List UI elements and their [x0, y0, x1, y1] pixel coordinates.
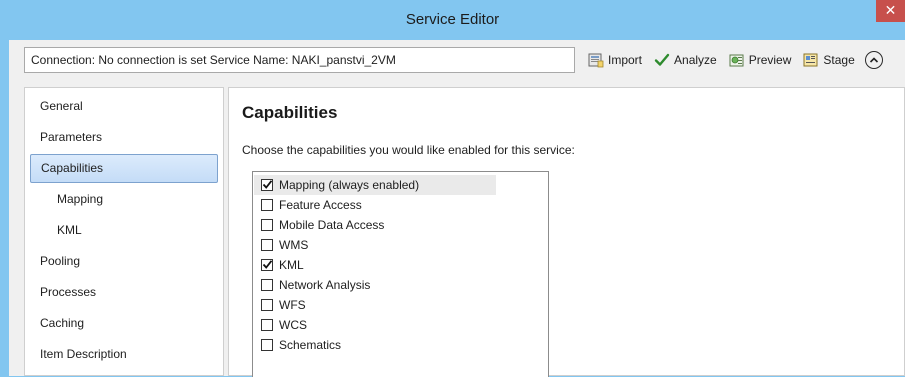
capability-wms[interactable]: WMS — [254, 235, 496, 255]
service-editor-window: Connection: No connection is set Service… — [9, 40, 905, 377]
preview-button[interactable]: Preview — [725, 49, 796, 71]
sidebar-item-label: Caching — [40, 316, 85, 330]
analyze-label: Analyze — [674, 53, 717, 67]
capability-label: Schematics — [279, 338, 342, 352]
sidebar-item-parameters[interactable]: Parameters — [30, 123, 218, 152]
checkbox[interactable] — [261, 319, 273, 331]
panel-description: Choose the capabilities you would like e… — [242, 143, 575, 157]
sidebar-item-item-description[interactable]: Item Description — [30, 340, 218, 369]
capability-label: Network Analysis — [279, 278, 371, 292]
capability-network-analysis[interactable]: Network Analysis — [254, 275, 496, 295]
checkbox[interactable] — [261, 259, 273, 271]
sidebar-item-label: Capabilities — [41, 161, 104, 175]
close-icon: ✕ — [884, 2, 897, 18]
capability-wfs[interactable]: WFS — [254, 295, 496, 315]
checkmark-icon — [654, 52, 670, 68]
sidebar-item-label: Item Description — [40, 347, 127, 361]
chevron-up-icon — [869, 53, 879, 67]
capabilities-panel: Capabilities Choose the capabilities you… — [228, 87, 905, 377]
sidebar-item-capabilities[interactable]: Capabilities — [30, 154, 218, 183]
capability-feature-access[interactable]: Feature Access — [254, 195, 496, 215]
capability-label: Feature Access — [279, 198, 362, 212]
analyze-button[interactable]: Analyze — [650, 49, 721, 71]
capability-label: WCS — [279, 318, 307, 332]
collapse-button[interactable] — [864, 51, 883, 69]
import-label: Import — [608, 53, 643, 67]
checkbox[interactable] — [261, 279, 273, 291]
page-title: Capabilities — [242, 103, 338, 122]
checkbox[interactable] — [261, 199, 273, 211]
sidebar-item-label: Processes — [40, 285, 97, 299]
checkbox[interactable] — [261, 179, 273, 191]
import-button[interactable]: Import — [584, 49, 646, 71]
preview-icon — [729, 52, 745, 68]
capability-label: Mapping (always enabled) — [279, 178, 420, 192]
sidebar-item-caching[interactable]: Caching — [30, 309, 218, 338]
capability-mapping[interactable]: Mapping (always enabled) — [254, 175, 496, 195]
capability-label: WMS — [279, 238, 309, 252]
sidebar-item-pooling[interactable]: Pooling — [30, 247, 218, 276]
sidebar-item-kml[interactable]: KML — [30, 216, 218, 245]
window-title: Service Editor — [405, 11, 500, 28]
title-bar: Service Editor ✕ — [0, 0, 905, 40]
sidebar-item-label: Mapping — [57, 192, 104, 206]
capability-mobile-data-access[interactable]: Mobile Data Access — [254, 215, 496, 235]
checkbox[interactable] — [261, 339, 273, 351]
sidebar-item-label: General — [40, 99, 83, 113]
sidebar-item-general[interactable]: General — [30, 92, 218, 121]
sidebar-item-mapping[interactable]: Mapping — [30, 185, 218, 214]
capability-label: WFS — [279, 298, 306, 312]
sidebar-nav: General Parameters Capabilities Mapping … — [24, 87, 224, 376]
stage-icon — [803, 52, 819, 68]
checkbox[interactable] — [261, 299, 273, 311]
toolbar: Import Analyze Preview Stage — [584, 47, 883, 73]
capability-label: KML — [279, 258, 304, 272]
capabilities-list: Mapping (always enabled) Feature Access … — [252, 171, 549, 377]
capability-schematics[interactable]: Schematics — [254, 335, 496, 355]
sidebar-item-processes[interactable]: Processes — [30, 278, 218, 307]
connection-info: Connection: No connection is set Service… — [24, 47, 575, 73]
capability-label: Mobile Data Access — [279, 218, 385, 232]
sidebar-item-label: KML — [57, 223, 82, 237]
stage-button[interactable]: Stage — [799, 49, 858, 71]
sidebar-item-label: Pooling — [40, 254, 81, 268]
capability-wcs[interactable]: WCS — [254, 315, 496, 335]
stage-label: Stage — [823, 53, 855, 67]
close-button[interactable]: ✕ — [876, 0, 905, 22]
checkbox[interactable] — [261, 219, 273, 231]
checkbox[interactable] — [261, 239, 273, 251]
preview-label: Preview — [748, 53, 792, 67]
import-icon — [588, 52, 604, 68]
sidebar-item-label: Parameters — [40, 130, 103, 144]
capability-kml[interactable]: KML — [254, 255, 496, 275]
